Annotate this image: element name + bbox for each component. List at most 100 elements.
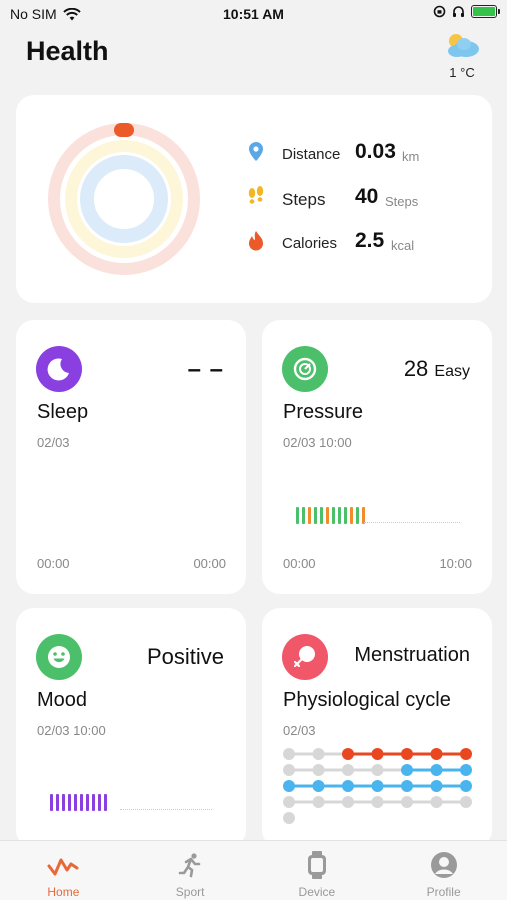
sleep-axis-start: 00:00 (37, 556, 70, 571)
pressure-icon-badge (282, 346, 328, 392)
cycle-dot (430, 764, 443, 776)
mood-bar-chart (50, 794, 107, 811)
cycle-dot-grid (283, 748, 472, 824)
status-bar: No SIM 10:51 AM (0, 0, 507, 30)
cycle-dot (283, 748, 295, 760)
cycle-dot (283, 812, 295, 824)
page-title: Health (26, 36, 109, 66)
tab-device-label: Device (298, 885, 336, 899)
flame-icon (249, 231, 263, 251)
metric-value: 0.03 (355, 140, 396, 163)
pressure-axis-end: 10:00 (439, 556, 472, 571)
status-time: 10:51 AM (223, 6, 284, 22)
svg-text:z: z (62, 362, 66, 369)
cycle-icon-badge (282, 634, 328, 680)
home-icon (47, 858, 79, 876)
sleep-icon-badge: z (36, 346, 82, 392)
pressure-bar (350, 507, 353, 524)
cycle-dot (283, 764, 295, 776)
ring-inner (80, 155, 168, 243)
smiley-icon (48, 646, 70, 668)
mood-bar (74, 794, 77, 811)
tab-home[interactable]: Home (0, 841, 127, 900)
location-pin-icon (249, 142, 263, 161)
headphones-icon (453, 6, 464, 17)
mood-card[interactable]: Positive Mood 02/03 10:00 (16, 608, 246, 848)
mood-bar (98, 794, 101, 811)
sleep-card[interactable]: z – – Sleep 02/03 00:00 00:00 (16, 320, 246, 594)
pressure-bar (302, 507, 305, 524)
mood-bar (50, 794, 53, 811)
pressure-bar-chart (296, 507, 365, 524)
tab-profile[interactable]: Profile (380, 841, 507, 900)
mood-bar (104, 794, 107, 811)
cycle-dot (460, 764, 472, 776)
tab-sport-label: Sport (175, 885, 205, 899)
battery-icon (471, 5, 500, 18)
pressure-title: Pressure (283, 401, 364, 423)
mood-title: Mood (37, 689, 88, 711)
pressure-bar (332, 507, 335, 524)
cycle-dot (312, 764, 325, 776)
pressure-bar (326, 507, 329, 524)
mood-bar (80, 794, 83, 811)
metric-calories: Calories 2.5 kcal (246, 229, 476, 258)
activity-summary-card[interactable]: Distance 0.03 km Steps 40 Steps Calories… (16, 95, 492, 303)
pressure-bar (308, 507, 311, 524)
cycle-dot (283, 780, 295, 792)
cycle-dot (312, 780, 325, 792)
mood-icon-badge (36, 634, 82, 680)
pressure-level: Easy (434, 363, 470, 380)
footsteps-icon (248, 186, 264, 204)
sleep-title: Sleep (37, 401, 89, 423)
mood-bar (62, 794, 65, 811)
cycle-dot (401, 764, 413, 776)
cycle-dot (312, 796, 325, 808)
cycle-dot (342, 748, 354, 760)
cycle-dot (460, 796, 472, 808)
pressure-axis-start: 00:00 (283, 556, 316, 571)
cycle-card[interactable]: Menstruation Physiological cycle 02/03 (262, 608, 492, 848)
sleep-axis-end: 00:00 (193, 556, 226, 571)
cycle-dot (401, 796, 413, 808)
mood-bar (56, 794, 59, 811)
status-icons (433, 5, 500, 18)
pressure-bar (338, 507, 341, 524)
pressure-score: 28 (403, 356, 429, 381)
sleep-value: – – (187, 356, 224, 383)
watch-icon (307, 851, 326, 879)
tab-sport[interactable]: Sport (127, 841, 254, 900)
metric-unit: km (402, 149, 420, 164)
weather-temperature: 1 °C (449, 65, 475, 80)
cycle-dot (460, 748, 472, 760)
orientation-lock-icon (433, 5, 446, 18)
metric-label: Calories (282, 235, 338, 252)
mood-bar (92, 794, 95, 811)
metric-distance: Distance 0.03 km (246, 140, 476, 169)
metric-value: 2.5 (355, 229, 385, 252)
cycle-dot (430, 780, 443, 792)
pressure-bar (314, 507, 317, 524)
sleep-date: 02/03 (37, 435, 70, 450)
profile-icon (430, 852, 457, 878)
pressure-card[interactable]: 28 Easy Pressure 02/03 10:00 00:00 10:00 (262, 320, 492, 594)
weather-widget[interactable]: 1 °C (441, 30, 483, 80)
gauge-icon (293, 357, 317, 381)
tab-device[interactable]: Device (254, 841, 381, 900)
pressure-bar (344, 507, 347, 524)
ring-progress-marker (114, 123, 134, 137)
activity-rings (48, 123, 200, 275)
mood-value: Positive (146, 644, 224, 669)
cycle-dot (371, 748, 384, 760)
cycle-dot (430, 748, 443, 760)
cycle-dot (342, 796, 354, 808)
cycle-dot (312, 748, 325, 760)
mood-bar (68, 794, 71, 811)
pressure-bar (296, 507, 299, 524)
metric-unit: kcal (391, 238, 415, 253)
pressure-bar (320, 507, 323, 524)
cycle-dot (371, 764, 384, 776)
pressure-bar (356, 507, 359, 524)
mood-date: 02/03 10:00 (37, 723, 106, 738)
pressure-date: 02/03 10:00 (283, 435, 352, 450)
